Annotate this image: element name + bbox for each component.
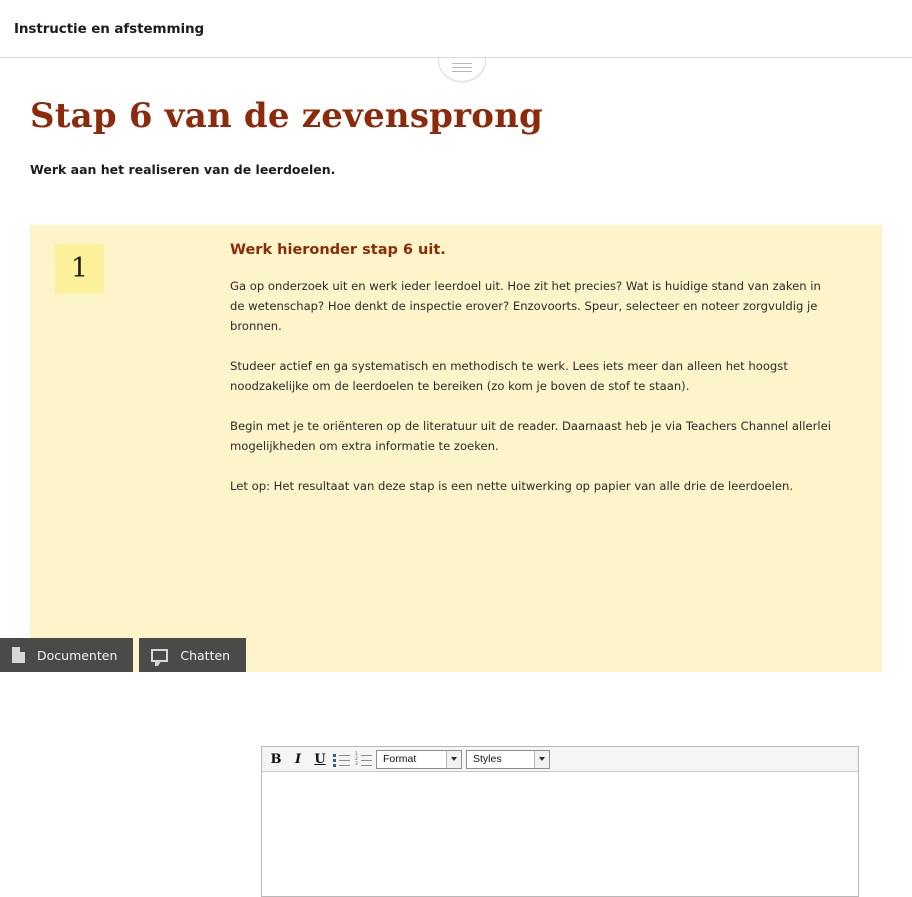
grip-lines-icon bbox=[452, 63, 472, 75]
task-paragraph: Studeer actief en ga systematisch en met… bbox=[230, 359, 788, 393]
rich-text-editor[interactable]: B I U 1 2 3 Format Styles bbox=[261, 746, 859, 897]
underline-button[interactable]: U bbox=[310, 750, 330, 769]
task-paragraph: Let op: Het resultaat van deze stap is e… bbox=[230, 479, 794, 493]
task-heading: Werk hieronder stap 6 uit. bbox=[230, 242, 446, 258]
task-paragraph: Begin met je te oriënteren op de literat… bbox=[230, 419, 831, 453]
bold-button[interactable]: B bbox=[266, 750, 286, 769]
page-title: Stap 6 van de zevensprong bbox=[30, 96, 544, 136]
taskbar-button-chatten[interactable]: Chatten bbox=[139, 638, 247, 672]
numbered-list-icon[interactable]: 1 2 3 bbox=[354, 750, 374, 769]
app-header-title: Instructie en afstemming bbox=[14, 21, 205, 37]
page-subtitle: Werk aan het realiseren van de leerdoele… bbox=[30, 162, 336, 177]
document-icon bbox=[12, 647, 25, 663]
styles-select[interactable]: Styles bbox=[466, 749, 550, 769]
format-select-value: Format bbox=[383, 753, 417, 765]
chevron-down-icon[interactable] bbox=[534, 750, 549, 768]
bottom-taskbar: Documenten Chatten bbox=[0, 638, 252, 672]
styles-select-value: Styles bbox=[473, 753, 502, 765]
task-paragraph: Ga op onderzoek uit en werk ieder leerdo… bbox=[230, 279, 821, 333]
editor-toolbar: B I U 1 2 3 Format Styles bbox=[262, 747, 858, 772]
task-content: Werk hieronder stap 6 uit. Ga op onderzo… bbox=[230, 242, 850, 496]
editor-text-area[interactable] bbox=[262, 772, 858, 896]
task-panel: 1 Werk hieronder stap 6 uit. Ga op onder… bbox=[30, 225, 882, 897]
format-select[interactable]: Format bbox=[376, 749, 462, 769]
panel-drag-handle[interactable] bbox=[438, 58, 486, 82]
taskbar-button-label: Documenten bbox=[37, 647, 118, 663]
app-header: Instructie en afstemming bbox=[0, 0, 912, 58]
italic-button[interactable]: I bbox=[288, 750, 308, 769]
chevron-down-icon[interactable] bbox=[446, 750, 461, 768]
bulleted-list-icon[interactable] bbox=[332, 750, 352, 769]
taskbar-button-label: Chatten bbox=[180, 647, 231, 663]
task-number-badge: 1 bbox=[55, 244, 104, 293]
chat-bubble-icon bbox=[151, 648, 169, 666]
taskbar-button-documenten[interactable]: Documenten bbox=[0, 638, 134, 672]
